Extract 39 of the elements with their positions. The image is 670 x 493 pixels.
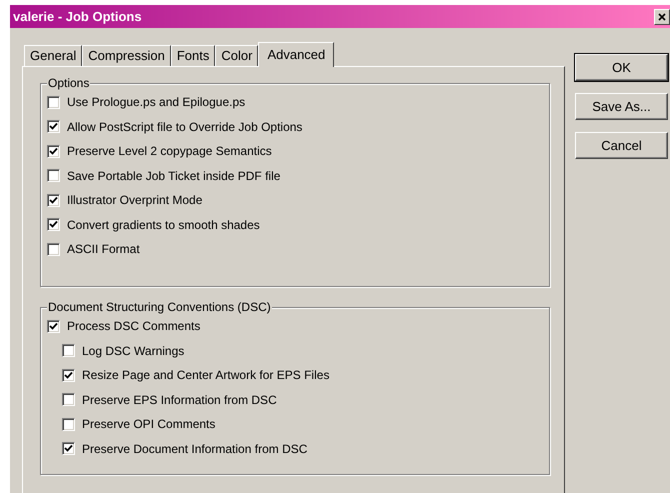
tab[interactable]: Advanced xyxy=(258,42,334,67)
checkbox-label[interactable]: Process DSC Comments xyxy=(67,319,200,334)
window-title: valerie - Job Options xyxy=(13,9,142,24)
checkbox-label[interactable]: Preserve Document Information from DSC xyxy=(82,442,308,456)
close-button[interactable] xyxy=(654,8,670,24)
checkbox[interactable] xyxy=(62,344,75,358)
group-title: Options xyxy=(47,76,90,90)
checkbox-label[interactable]: Illustrator Overprint Mode xyxy=(67,193,202,208)
checkbox-label[interactable]: Convert gradients to smooth shades xyxy=(67,218,260,232)
tab[interactable]: Compression xyxy=(82,45,171,66)
checkbox-label[interactable]: Preserve EPS Information from DSC xyxy=(82,392,277,407)
checkbox-label[interactable]: Log DSC Warnings xyxy=(82,344,184,358)
checkbox-label[interactable]: Preserve Level 2 copypage Semantics xyxy=(67,144,272,158)
checkbox[interactable] xyxy=(47,194,60,207)
checkbox-label[interactable]: Resize Page and Center Artwork for EPS Files xyxy=(82,368,330,382)
checkbox[interactable] xyxy=(62,393,75,406)
tab[interactable]: Fonts xyxy=(170,45,216,66)
checkbox-label[interactable]: Use Prologue.ps and Epilogue.ps xyxy=(67,95,246,110)
checkbox[interactable] xyxy=(47,242,60,256)
group-title: Document Structuring Conventions (DSC) xyxy=(47,300,272,314)
checkbox[interactable] xyxy=(47,120,60,134)
dialog-button[interactable]: Cancel xyxy=(575,132,668,159)
checkbox[interactable] xyxy=(47,144,60,158)
tab[interactable]: Color xyxy=(215,45,258,66)
dialog-button[interactable]: OK xyxy=(575,54,668,81)
checkbox-label[interactable]: Save Portable Job Ticket inside PDF file xyxy=(67,168,280,183)
tab[interactable]: General xyxy=(24,45,82,66)
dialog-button[interactable]: Save As... xyxy=(575,93,668,120)
checkbox[interactable] xyxy=(47,320,60,333)
checkbox[interactable] xyxy=(47,169,60,182)
checkbox[interactable] xyxy=(62,418,75,431)
checkbox-label[interactable]: Preserve OPI Comments xyxy=(82,417,216,432)
checkbox[interactable] xyxy=(47,96,60,109)
close-icon xyxy=(658,12,666,20)
checkbox[interactable] xyxy=(62,368,75,382)
checkbox[interactable] xyxy=(62,442,75,456)
checkbox-label[interactable]: ASCII Format xyxy=(67,242,140,256)
checkbox[interactable] xyxy=(47,218,60,232)
checkbox-label[interactable]: Allow PostScript file to Override Job Options xyxy=(67,120,302,134)
